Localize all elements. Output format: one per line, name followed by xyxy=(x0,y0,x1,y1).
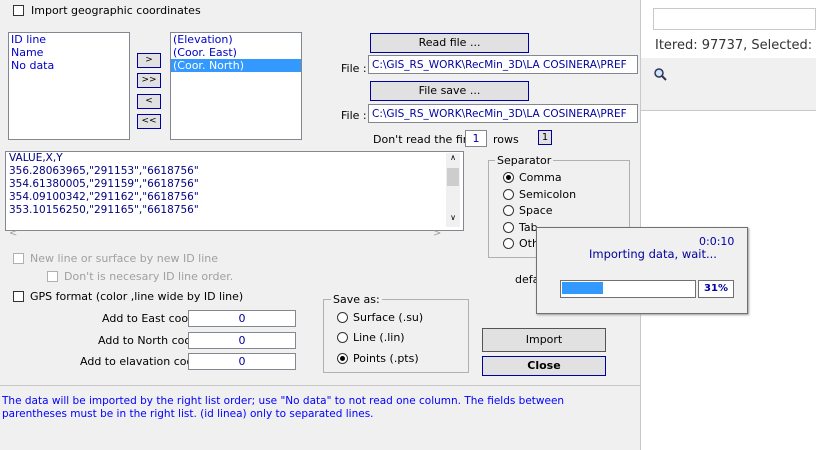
new-line-checkbox[interactable] xyxy=(13,253,24,264)
vertical-scrollbar[interactable]: ∧ ∨ xyxy=(446,153,460,227)
file-save-button[interactable]: File save ... xyxy=(370,81,529,101)
import-button[interactable]: Import xyxy=(482,328,606,352)
progress-percent: 31% xyxy=(698,280,734,298)
radio-points[interactable] xyxy=(337,353,348,364)
radio-space-label: Space xyxy=(519,204,553,217)
dont-read-label: Don't read the first xyxy=(373,133,478,146)
preview-line: 354.61380005,"291159","6618756" xyxy=(9,178,199,190)
radio-surface[interactable] xyxy=(337,312,348,323)
footer-note: The data will be imported by the right l… xyxy=(2,395,565,420)
preview-line: VALUE,X,Y xyxy=(9,152,63,164)
save-path-field[interactable]: C:\GIS_RS_WORK\RecMin_3D\LA COSINERA\PRE… xyxy=(368,104,638,123)
save-as-title: Save as: xyxy=(331,293,382,306)
list-item[interactable]: (Elevation) xyxy=(171,33,301,46)
data-preview[interactable]: VALUE,X,Y 356.28063965,"291153","6618756… xyxy=(5,151,464,231)
move-all-left-button[interactable]: << xyxy=(137,114,161,129)
scroll-right-icon[interactable]: > xyxy=(433,228,441,239)
read-file-button[interactable]: Read file ... xyxy=(370,33,529,53)
preview-line: 356.28063965,"291153","6618756" xyxy=(9,165,199,177)
available-fields-list[interactable]: ID line Name No data xyxy=(8,32,130,140)
scroll-down-icon[interactable]: ∨ xyxy=(446,213,460,225)
import-dialog: Import geographic coordinates ID line Na… xyxy=(0,0,641,450)
import-geo-label: Import geographic coordinates xyxy=(31,4,201,17)
progress-bar xyxy=(560,280,696,298)
progress-message: Importing data, wait... xyxy=(589,247,717,261)
list-item-selected[interactable]: (Coor. North) xyxy=(171,59,301,72)
radio-line[interactable] xyxy=(337,332,348,343)
radio-line-label: Line (.lin) xyxy=(353,331,405,344)
read-path-field[interactable]: C:\GIS_RS_WORK\RecMin_3D\LA COSINERA\PRE… xyxy=(368,55,638,74)
gps-format-checkbox[interactable] xyxy=(13,291,24,302)
radio-space[interactable] xyxy=(503,205,514,216)
rows-label: rows xyxy=(493,133,519,146)
divider xyxy=(0,385,640,386)
id-order-checkbox[interactable] xyxy=(47,271,58,282)
elevation-offset-label: Add to elavation coor : xyxy=(80,355,205,368)
scroll-thumb[interactable] xyxy=(447,168,459,186)
progress-dialog: 0:0:10 Importing data, wait... 31% xyxy=(536,227,748,314)
north-offset-input[interactable]: 0 xyxy=(188,332,296,349)
move-right-button[interactable]: > xyxy=(137,53,161,68)
id-order-label: Don't is necesary ID line order. xyxy=(64,270,234,283)
move-all-right-button[interactable]: >> xyxy=(137,73,161,88)
list-item[interactable]: Name xyxy=(9,46,129,59)
background-field[interactable] xyxy=(653,8,816,30)
radio-tab-label: Tab xyxy=(519,221,538,234)
elevation-offset-input[interactable]: 0 xyxy=(188,353,296,370)
new-line-label: New line or surface by new ID line xyxy=(30,252,219,265)
separator-title: Separator xyxy=(495,154,554,167)
east-offset-label: Add to East coor : xyxy=(102,312,200,325)
preview-line: 353.10156250,"291165","6618756" xyxy=(9,204,199,216)
toolbar xyxy=(641,58,816,111)
radio-comma[interactable] xyxy=(503,172,514,183)
selected-fields-list[interactable]: (Elevation) (Coor. East) (Coor. North) xyxy=(170,32,302,140)
list-item[interactable]: (Coor. East) xyxy=(171,46,301,59)
progress-fill xyxy=(562,282,603,294)
gps-format-label: GPS format (color ,line wide by ID line) xyxy=(30,290,244,303)
record-status: Itered: 97737, Selected: 0 xyxy=(655,38,816,53)
list-item[interactable]: ID line xyxy=(9,33,129,46)
east-offset-input[interactable]: 0 xyxy=(188,310,296,327)
list-item[interactable]: No data xyxy=(9,59,129,72)
file-label: File : xyxy=(341,109,367,122)
preview-line: 354.09100342,"291162","6618756" xyxy=(9,191,199,203)
scroll-left-icon[interactable]: < xyxy=(9,228,17,239)
radio-surface-label: Surface (.su) xyxy=(353,311,424,324)
zoom-icon[interactable] xyxy=(653,67,667,81)
radio-points-label: Points (.pts) xyxy=(353,352,419,365)
radio-semicolon[interactable] xyxy=(503,189,514,200)
file-label: File : xyxy=(341,62,367,75)
skip-rows-input[interactable]: 1 xyxy=(465,130,487,147)
radio-comma-label: Comma xyxy=(519,171,562,184)
radio-semicolon-label: Semicolon xyxy=(519,188,577,201)
scroll-up-icon[interactable]: ∧ xyxy=(446,153,460,165)
background-window: Itered: 97737, Selected: 0 xyxy=(641,0,816,450)
move-left-button[interactable]: < xyxy=(137,94,161,109)
import-geo-checkbox[interactable] xyxy=(13,5,24,16)
horizontal-scrollbar[interactable]: < > xyxy=(5,228,445,242)
info-button[interactable]: 1 xyxy=(538,130,552,145)
radio-other[interactable] xyxy=(503,238,514,249)
radio-tab[interactable] xyxy=(503,222,514,233)
close-button[interactable]: Close xyxy=(482,356,606,376)
